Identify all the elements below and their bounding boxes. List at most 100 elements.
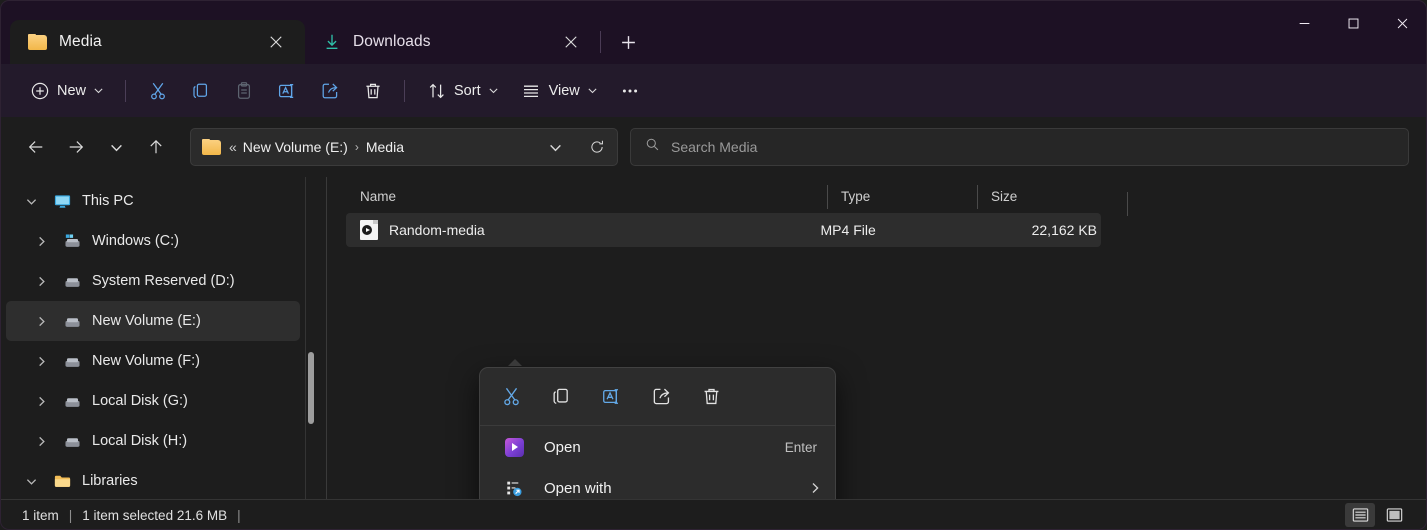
drive-icon [62, 271, 82, 291]
search-input[interactable] [671, 139, 1394, 155]
sidebar-item-windows-c[interactable]: Windows (C:) [6, 221, 300, 261]
open-with-icon [502, 477, 526, 499]
navigation-pane: This PC Windows (C:) System Reserved (D:… [0, 177, 306, 499]
sidebar-item-label: New Volume (E:) [92, 313, 201, 329]
chevron-right-icon [809, 482, 821, 494]
sort-button[interactable]: Sort [415, 73, 510, 109]
delete-icon [362, 80, 383, 101]
new-button[interactable]: New [18, 73, 115, 109]
breadcrumb-item-folder[interactable]: Media [366, 139, 404, 155]
drive-icon [62, 431, 82, 451]
refresh-button[interactable] [583, 133, 611, 161]
up-button[interactable] [138, 129, 174, 165]
sidebar-item-this-pc[interactable]: This PC [6, 181, 300, 221]
drive-icon [62, 351, 82, 371]
chevron-down-icon[interactable] [20, 470, 42, 492]
breadcrumb-separator: › [354, 140, 359, 154]
sort-icon [426, 80, 447, 101]
close-button[interactable] [1378, 0, 1427, 46]
drive-icon [62, 311, 82, 331]
folder-icon [202, 139, 221, 155]
file-explorer-window: Media Downloads New Sort View « New Volu… [0, 0, 1427, 530]
sidebar-item-label: This PC [82, 193, 134, 209]
cut-button[interactable] [136, 73, 179, 109]
breadcrumb: « New Volume (E:) › Media [229, 139, 533, 155]
tab-close-button[interactable] [556, 27, 586, 57]
forward-button[interactable] [58, 129, 94, 165]
sidebar-item-local-disk-h[interactable]: Local Disk (H:) [6, 421, 300, 461]
large-icons-view-button[interactable] [1379, 503, 1409, 527]
back-button[interactable] [18, 129, 54, 165]
chevron-right-icon[interactable] [30, 270, 52, 292]
details-view-button[interactable] [1345, 503, 1375, 527]
sidebar-item-label: Local Disk (G:) [92, 393, 188, 409]
tab-media[interactable]: Media [10, 20, 305, 64]
folder-icon [28, 34, 47, 50]
column-header-label: Type [841, 188, 871, 204]
column-header-type[interactable]: Type [827, 184, 977, 209]
delete-button[interactable] [351, 73, 394, 109]
monitor-icon [52, 191, 72, 211]
cut-button[interactable] [486, 376, 536, 418]
recent-locations-button[interactable] [98, 129, 134, 165]
view-button[interactable]: View [510, 73, 609, 109]
rename-icon [276, 80, 297, 101]
tab-close-button[interactable] [261, 27, 291, 57]
address-dropdown-button[interactable] [541, 133, 569, 161]
share-icon [319, 80, 340, 101]
chevron-down-icon[interactable] [20, 190, 42, 212]
delete-button[interactable] [686, 376, 736, 418]
command-bar: New Sort View [0, 64, 1427, 117]
share-button[interactable] [636, 376, 686, 418]
new-tab-button[interactable] [609, 23, 647, 61]
sidebar-item-new-volume-f[interactable]: New Volume (F:) [6, 341, 300, 381]
chevron-right-icon[interactable] [30, 430, 52, 452]
column-header-size[interactable]: Size [977, 184, 1127, 209]
breadcrumb-item-drive[interactable]: New Volume (E:) [243, 139, 348, 155]
copy-button[interactable] [179, 73, 222, 109]
sidebar-item-label: System Reserved (D:) [92, 273, 235, 289]
sidebar-item-new-volume-e[interactable]: New Volume (E:) [6, 301, 300, 341]
file-list-pane: Name Type Size Random-media MP4 File 22,… [306, 177, 1427, 499]
paste-button[interactable] [222, 73, 265, 109]
chevron-down-icon [588, 88, 597, 94]
copy-button[interactable] [536, 376, 586, 418]
table-row[interactable]: Random-media MP4 File 22,162 KB [346, 213, 1101, 247]
view-button-label: View [548, 82, 580, 99]
context-menu-item-open[interactable]: Open Enter [484, 427, 831, 467]
chevron-right-icon[interactable] [30, 350, 52, 372]
chevron-right-icon[interactable] [30, 230, 52, 252]
share-button[interactable] [308, 73, 351, 109]
file-name-cell: Random-media [346, 220, 821, 240]
chevron-right-icon[interactable] [30, 390, 52, 412]
content-area: This PC Windows (C:) System Reserved (D:… [0, 177, 1427, 530]
sidebar-item-libraries[interactable]: Libraries [6, 461, 300, 499]
status-separator: | [68, 507, 73, 523]
column-header-label: Size [991, 188, 1018, 204]
maximize-button[interactable] [1329, 0, 1378, 46]
search-icon [645, 137, 660, 157]
plus-circle-icon [29, 80, 50, 101]
folder-icon [52, 471, 72, 491]
context-menu-item-label: Open with [544, 479, 612, 497]
window-controls [1280, 0, 1427, 46]
search-box[interactable] [630, 128, 1409, 166]
toolbar-divider [125, 79, 127, 102]
rename-button[interactable] [265, 73, 308, 109]
more-options-button[interactable] [609, 73, 652, 109]
sidebar-item-system-reserved-d[interactable]: System Reserved (D:) [6, 261, 300, 301]
sidebar-item-local-disk-g[interactable]: Local Disk (G:) [6, 381, 300, 421]
minimize-button[interactable] [1280, 0, 1329, 46]
tab-downloads[interactable]: Downloads [305, 20, 600, 64]
column-header-name[interactable]: Name [334, 189, 827, 204]
new-button-label: New [57, 82, 87, 99]
sidebar-item-label: Local Disk (H:) [92, 433, 188, 449]
chevron-right-icon[interactable] [30, 310, 52, 332]
tab-label: Downloads [353, 33, 431, 50]
rename-button[interactable] [586, 376, 636, 418]
title-bar: Media Downloads [0, 0, 1427, 64]
breadcrumb-overflow[interactable]: « [229, 139, 237, 155]
address-bar[interactable]: « New Volume (E:) › Media [190, 128, 618, 166]
ellipsis-icon [620, 80, 641, 101]
status-separator-2: | [237, 507, 241, 523]
